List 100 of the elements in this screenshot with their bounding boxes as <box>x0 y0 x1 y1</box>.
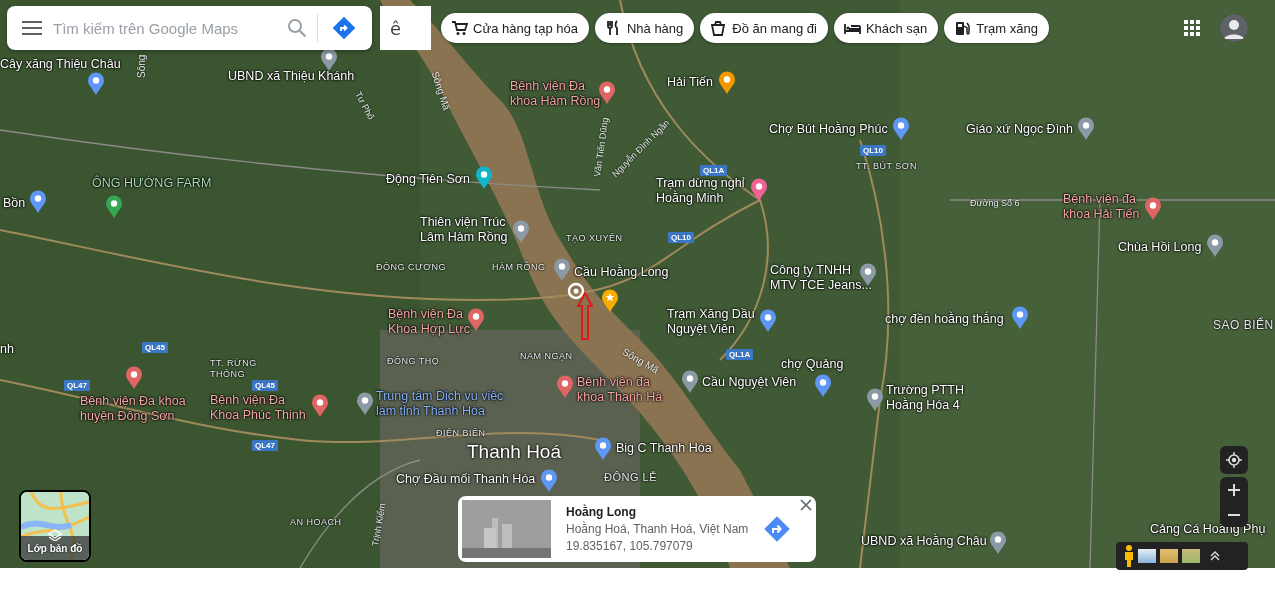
place-label[interactable]: Cầu Nguyệt Viên <box>702 375 797 390</box>
apps-button[interactable] <box>1184 20 1200 36</box>
map-pin-icon[interactable] <box>681 370 699 394</box>
imagery-thumbnail[interactable] <box>1138 549 1156 563</box>
area-label: ĐÔNG THỌ <box>387 356 440 368</box>
map-pin-icon[interactable] <box>866 388 884 412</box>
menu-button[interactable] <box>21 20 43 36</box>
map-pin-icon[interactable] <box>1077 117 1095 141</box>
map-pin-icon[interactable] <box>125 366 143 390</box>
route-shield: QL47 <box>64 380 90 391</box>
category-chip[interactable]: Trạm xăng <box>944 13 1049 43</box>
map-pin-icon[interactable] <box>1206 234 1224 258</box>
map-pin-icon[interactable] <box>814 374 832 398</box>
map-pin-icon[interactable] <box>1011 306 1029 330</box>
area-label: AN HOẠCH <box>290 517 342 529</box>
arrow-drawing <box>577 292 593 340</box>
place-label[interactable]: Chợ Bút Hoằng Phúc <box>769 122 888 137</box>
place-address: Hoằng Hoá, Thanh Hoá, Việt Nam <box>566 522 749 536</box>
map-pin-icon[interactable] <box>1144 197 1162 221</box>
map-pin-icon[interactable] <box>29 190 47 214</box>
map-pin-icon[interactable] <box>105 195 123 219</box>
menu-icon <box>21 20 43 36</box>
place-label[interactable]: Big C Thanh Hóa <box>616 441 712 456</box>
place-label[interactable]: Bệnh viện đa khoa Hải Tiến <box>1063 192 1140 222</box>
pegman-icon <box>1124 545 1134 567</box>
route-shield: QL1A <box>700 165 728 176</box>
place-label[interactable]: Trường PTTH Hoằng Hóa 4 <box>886 383 964 413</box>
category-chip[interactable]: Khách sạn <box>833 13 939 43</box>
area-label: TT. RỪNG THÔNG <box>210 358 257 381</box>
route-shield: QL10 <box>668 232 694 243</box>
place-label[interactable]: ÔNG HƯỚNG FARM <box>92 176 212 191</box>
place-label[interactable]: UBND xã Thiệu Khánh <box>228 69 355 84</box>
place-label[interactable]: Công ty TNHH MTV TCE Jeans... <box>770 263 872 293</box>
map-pin-icon[interactable] <box>892 117 910 141</box>
map-pin-icon[interactable] <box>718 71 736 95</box>
map-pin-icon[interactable] <box>540 469 558 493</box>
close-button[interactable] <box>800 499 812 511</box>
close-icon <box>800 499 812 511</box>
road-label: Sông <box>136 54 147 78</box>
expand-button[interactable] <box>1210 551 1220 561</box>
place-label[interactable]: Bệnh viện Đa khoa huyện Đông Sơn <box>80 394 186 424</box>
place-label[interactable]: Chùa Hồi Long <box>1118 240 1202 255</box>
place-label[interactable]: Cầu Hoằng Long <box>574 265 669 280</box>
area-label: TẠO XUYÊN <box>566 233 623 245</box>
place-label[interactable]: Cây xăng Thiệu Châu <box>0 57 121 72</box>
imagery-thumbnail[interactable] <box>1160 549 1178 563</box>
place-label[interactable]: Động Tiên Sơn <box>386 172 470 187</box>
search-button[interactable] <box>287 18 307 38</box>
imagery-thumbnail[interactable] <box>1182 549 1200 563</box>
place-label[interactable]: UBND xã Hoằng Châu <box>861 534 987 549</box>
place-label[interactable]: Trạm dừng nghỉ Hoằng Minh <box>656 176 745 206</box>
place-label[interactable]: chợ đền hoằng thắng <box>885 312 1004 327</box>
street-view-button[interactable] <box>1124 545 1134 567</box>
plus-icon <box>1228 483 1240 496</box>
map-pin-icon[interactable] <box>475 166 493 190</box>
my-location-button[interactable] <box>1220 446 1248 474</box>
cart-icon <box>451 19 469 37</box>
chevron-up-icon <box>1210 551 1220 561</box>
place-label[interactable]: nh <box>0 342 14 357</box>
road-label: Tư Phố <box>353 90 377 122</box>
route-shield: QL45 <box>252 380 278 391</box>
road-label: Sông Mã <box>429 70 453 112</box>
search-icon <box>287 18 307 38</box>
minus-icon <box>1228 513 1240 516</box>
place-label[interactable]: Bồn <box>3 196 26 211</box>
route-shield: QL1A <box>726 349 754 360</box>
map-pin-icon[interactable] <box>989 531 1007 555</box>
place-label[interactable]: chợ Quảng <box>781 357 844 372</box>
place-coordinates: 19.835167, 105.797079 <box>566 539 694 553</box>
map-pin-icon[interactable] <box>311 394 329 418</box>
area-label: TT. BÚT SƠN <box>856 161 918 173</box>
map-pin-icon[interactable] <box>512 220 530 244</box>
crosshair-icon <box>1226 452 1242 468</box>
layers-icon <box>48 529 62 541</box>
place-label[interactable]: Thiên viện Trúc Lâm Hàm Rồng <box>420 215 508 245</box>
map-pin-icon[interactable] <box>87 72 105 96</box>
category-chip[interactable]: Cửa hàng tạp hóa <box>441 13 589 43</box>
category-chip[interactable]: Đồ ăn mang đi <box>700 13 828 43</box>
place-label[interactable]: Trạm Xăng Dầu Nguyệt Viên <box>667 307 755 337</box>
place-label[interactable]: Hải Tiến <box>667 75 713 90</box>
place-label[interactable]: Giáo xứ Ngọc Đình <box>966 122 1074 137</box>
area-label: HÀM RỒNG <box>492 262 546 274</box>
map-pin-icon[interactable] <box>750 178 768 202</box>
map-pin-icon[interactable] <box>598 81 616 105</box>
area-label: ĐÔNG LỄ <box>604 471 657 485</box>
category-chip[interactable]: Nhà hàng <box>594 13 695 43</box>
map-pin-icon[interactable] <box>594 437 612 461</box>
map-thumbnail <box>21 492 89 560</box>
map-pin-icon[interactable] <box>356 392 374 416</box>
road-label: Văn Tiến Dũng <box>592 117 611 178</box>
place-label[interactable]: Bệnh viện Đa Khoa Phúc Thịnh <box>210 393 306 423</box>
map-pin-icon[interactable] <box>556 375 574 399</box>
place-label[interactable]: Bệnh viện Đa khoa Hàm Rồng <box>510 79 601 109</box>
place-label[interactable]: Chợ Đầu mối Thanh Hóa <box>396 472 536 487</box>
bag-icon <box>710 19 728 37</box>
route-shield: QL10 <box>860 145 886 156</box>
fuel-pump-icon <box>954 19 972 37</box>
map-pin-icon[interactable] <box>759 309 777 333</box>
layers-button[interactable]: Lớp bản đồ <box>19 490 91 562</box>
place-label[interactable]: Bệnh viện Đa Khoa Hợp Lực <box>388 307 470 337</box>
